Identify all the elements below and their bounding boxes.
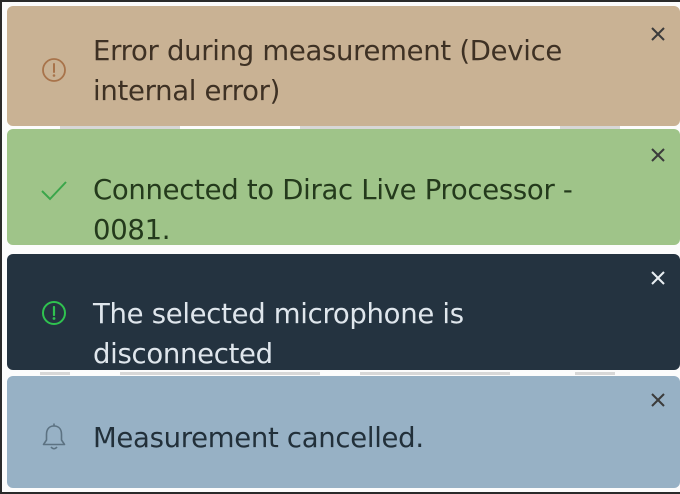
alert-circle-icon: [37, 296, 71, 330]
success-toast: Connected to Dirac Live Processor - 0081…: [7, 129, 680, 246]
checkmark-icon: [37, 173, 71, 207]
window-border-left: [0, 0, 2, 494]
error-circle-icon: [37, 53, 71, 87]
close-icon[interactable]: [648, 390, 668, 410]
close-icon[interactable]: [648, 145, 668, 165]
toast-message: The selected microphone is disconnected: [93, 298, 464, 370]
toast-message: Measurement cancelled.: [93, 422, 424, 454]
background-content: [40, 372, 70, 375]
microphone-toast: The selected microphone is disconnected: [7, 254, 680, 370]
close-icon[interactable]: [648, 268, 668, 288]
toast-message: Error during measurement (Device interna…: [93, 35, 563, 107]
window-border-top: [0, 0, 680, 2]
info-toast: Measurement cancelled.: [7, 376, 680, 488]
error-toast: Error during measurement (Device interna…: [7, 6, 680, 126]
close-icon[interactable]: [648, 24, 668, 44]
bell-icon: [37, 420, 71, 454]
toast-message: Connected to Dirac Live Processor - 0081…: [93, 174, 573, 246]
